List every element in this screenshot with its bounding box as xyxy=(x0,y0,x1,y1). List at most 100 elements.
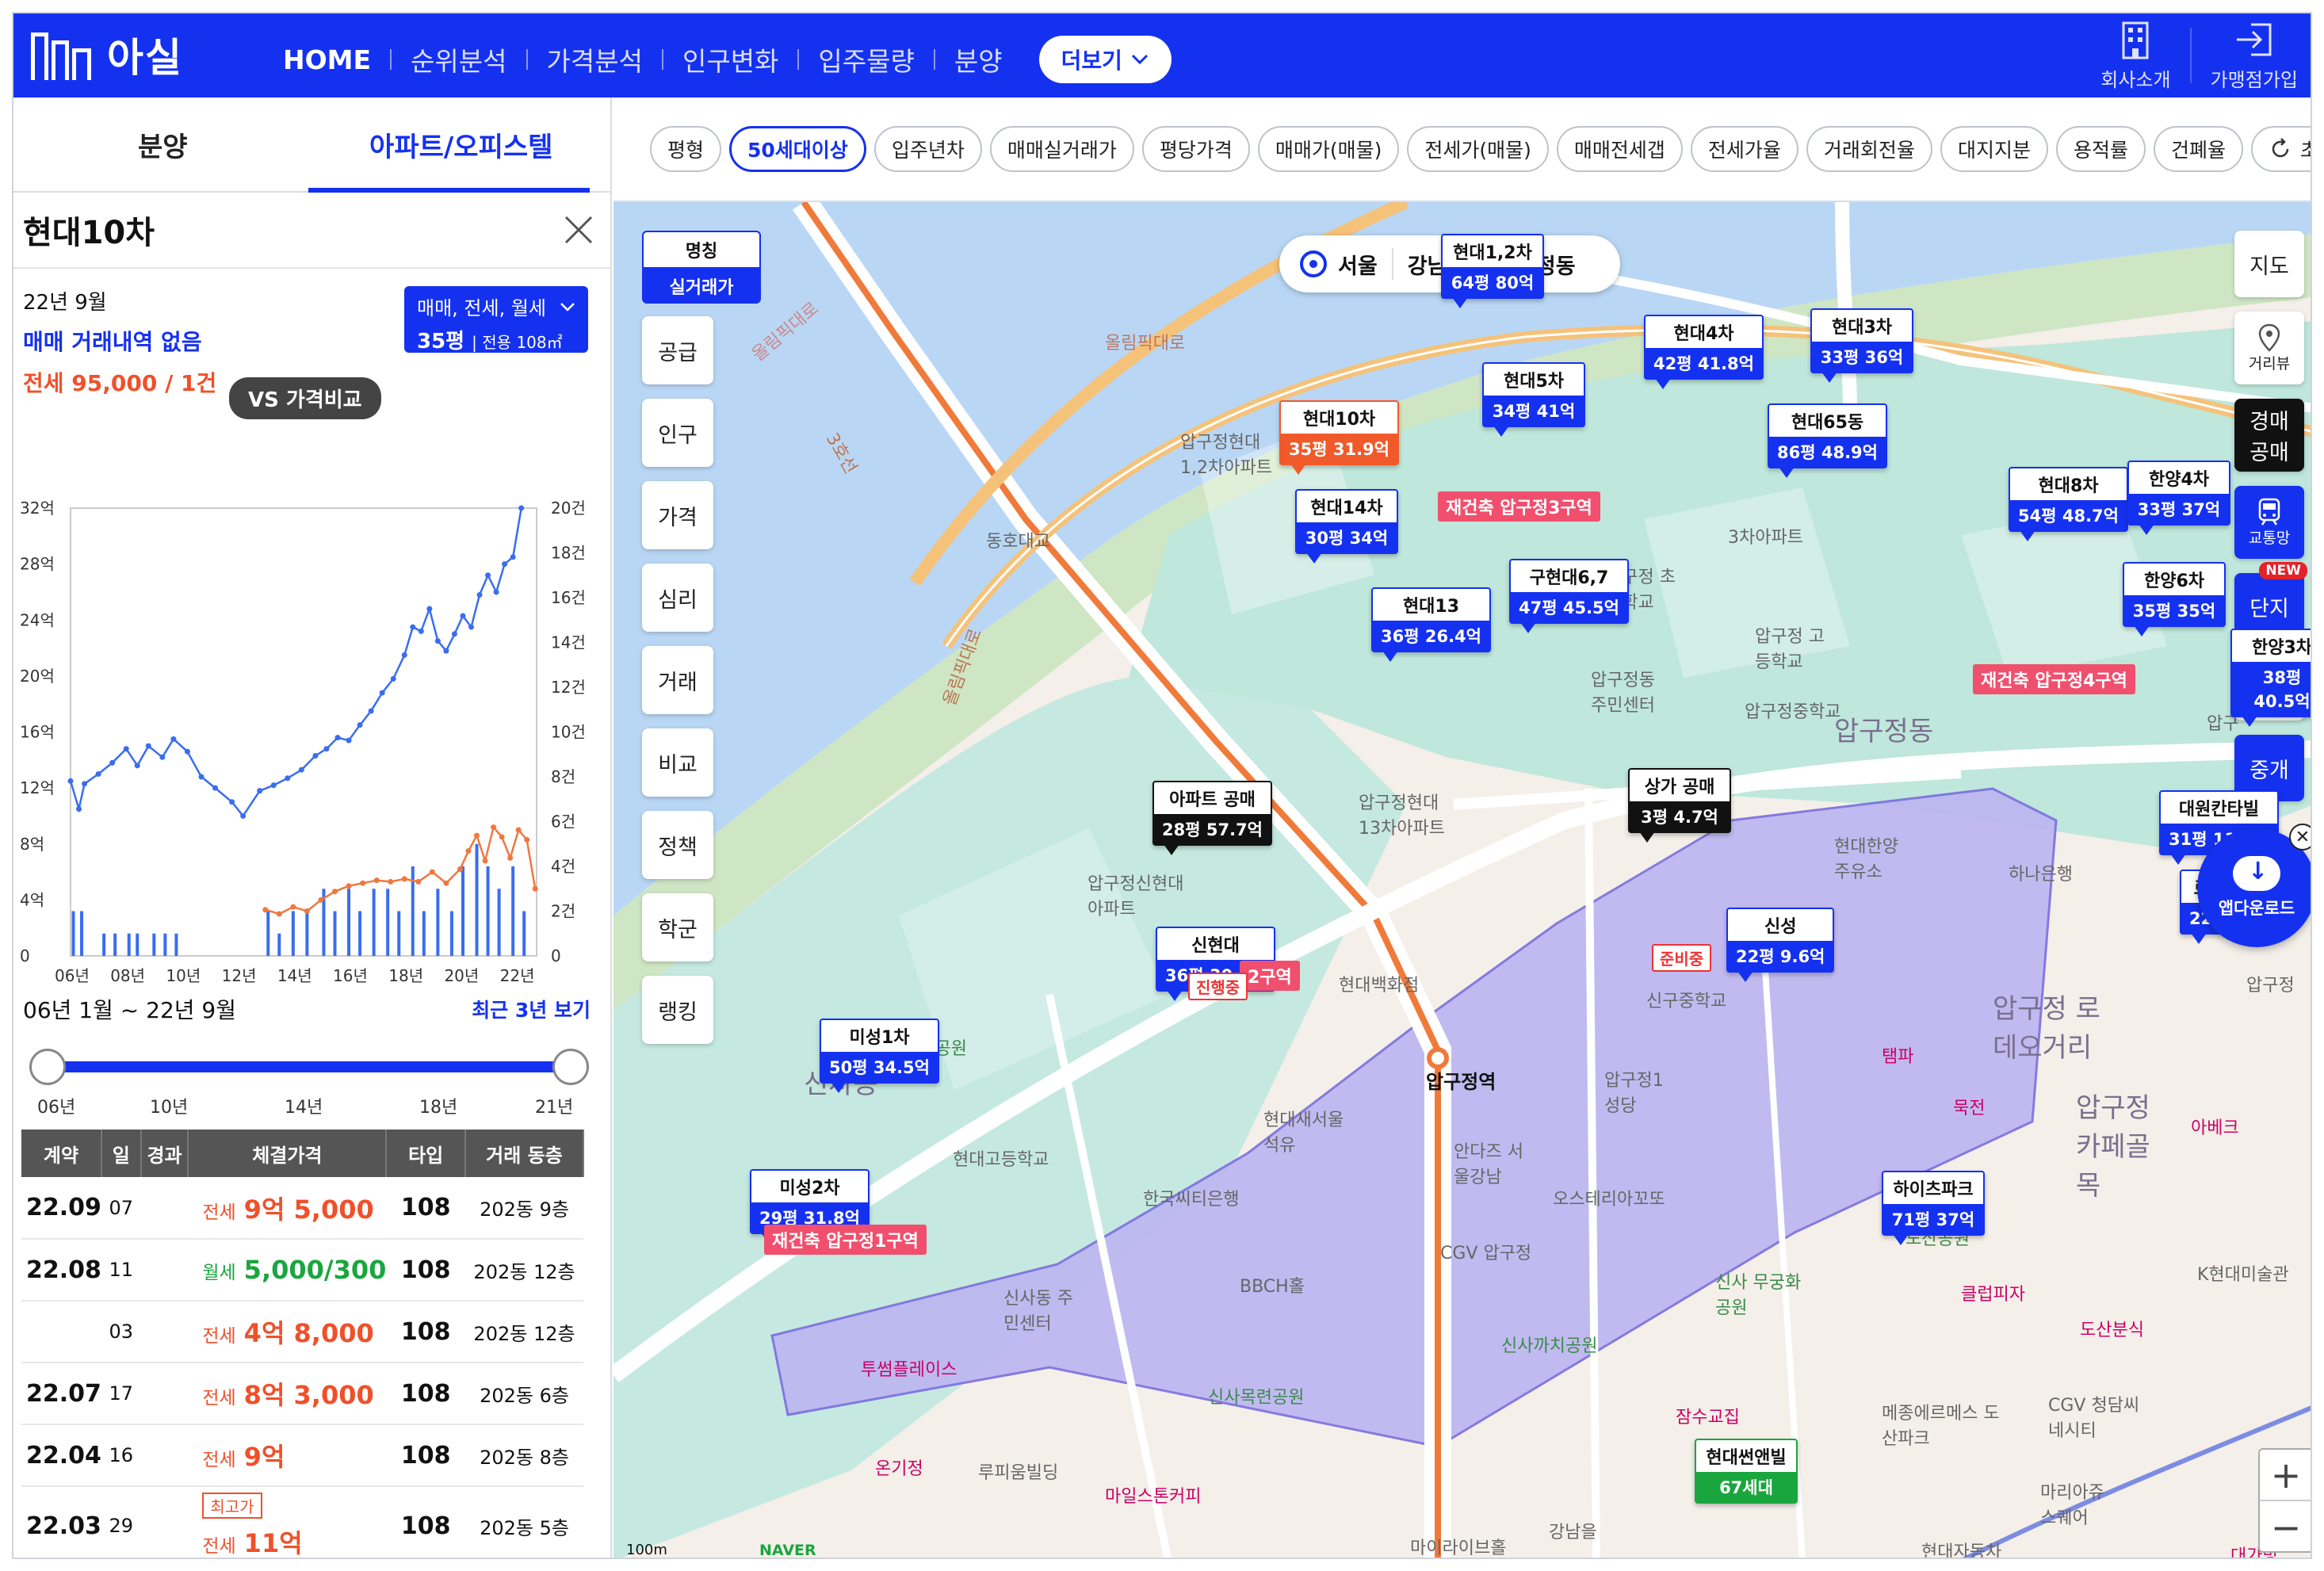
map-btn-policy[interactable]: 정책 xyxy=(642,811,713,879)
zoom-out-button[interactable]: − xyxy=(2260,1501,2311,1553)
redevelop-tag[interactable]: 재건축 압구정1구역 xyxy=(764,1225,927,1255)
y-tick-right: 10건 xyxy=(551,723,586,742)
apartment-marker[interactable]: 하이츠파크 71평 37억 xyxy=(1882,1171,1985,1245)
map-btn-population[interactable]: 인구 xyxy=(642,399,713,467)
table-row[interactable]: 22.07 17 전세 8억 3,000 108 202동 6층 xyxy=(21,1363,583,1425)
recent-3y-link[interactable]: 최근 3년 보기 xyxy=(472,995,591,1023)
map-btn-school[interactable]: 학군 xyxy=(642,893,713,961)
filter-chip[interactable]: 대지지분 xyxy=(1940,126,2048,172)
tab-presale[interactable]: 분양 xyxy=(13,97,312,191)
place-label: 현대한양 주유소 xyxy=(1834,837,1898,882)
logo[interactable]: 아실 xyxy=(28,23,183,86)
loc-city[interactable]: 서울 xyxy=(1338,249,1378,280)
filter-chip[interactable]: 매매전세갭 xyxy=(1556,126,1683,172)
apartment-marker[interactable]: 현대4차 42평 41.8억 xyxy=(1644,315,1764,389)
apartment-marker[interactable]: 한양3차 38평 40.5억 xyxy=(2230,629,2311,727)
redevelop-tag[interactable]: 2구역 xyxy=(1240,961,1300,991)
menu-home[interactable]: HOME xyxy=(264,44,390,75)
map-btn-price[interactable]: 가격 xyxy=(642,481,713,549)
slider-end-handle[interactable] xyxy=(552,1049,589,1085)
redevelop-tag[interactable]: 재건축 압구정3구역 xyxy=(1438,491,1600,522)
filter-chip[interactable]: 전세가율 xyxy=(1690,126,1798,172)
apartment-marker[interactable]: 현대10차 35평 31.9억 xyxy=(1279,400,1399,475)
apartment-marker[interactable]: 현대13 36평 26.4억 xyxy=(1371,587,1491,662)
apartment-marker[interactable]: 미성1차 50평 34.5억 xyxy=(820,1019,939,1093)
data-point xyxy=(240,812,247,819)
filter-chip[interactable]: 50세대이상 xyxy=(729,126,866,172)
filter-chip[interactable]: 거래회전율 xyxy=(1806,126,1932,172)
data-point xyxy=(318,896,324,903)
table-row[interactable]: 03 전세 4억 8,000 108 202동 12층 xyxy=(21,1301,583,1363)
menu-presale[interactable]: 분양 xyxy=(935,40,1022,78)
table-row[interactable]: 22.09 07 전세 9억 5,000 108 202동 9층 xyxy=(21,1177,583,1240)
filter-chip[interactable]: 평형 xyxy=(650,126,722,172)
more-button[interactable]: 더보기 xyxy=(1038,36,1172,83)
map-btn-sentiment[interactable]: 심리 xyxy=(642,564,713,632)
join-link[interactable]: 가맹점가입 xyxy=(2211,20,2298,92)
status-tag: 준비중 xyxy=(1652,944,1712,972)
marker-price: 33평 37억 xyxy=(2129,494,2229,524)
map-btn-auction[interactable]: 경매 공매 xyxy=(2234,399,2304,472)
menu-price[interactable]: 가격분석 xyxy=(528,40,662,78)
map-btn-ranking[interactable]: 랭킹 xyxy=(642,976,713,1044)
display-mode-toggle[interactable]: 명칭 실거래가 xyxy=(642,231,761,304)
filter-chip[interactable]: 입주년차 xyxy=(873,126,982,172)
map-btn-compare[interactable]: 비교 xyxy=(642,728,713,797)
place-label: 도산분식 xyxy=(2080,1321,2144,1340)
menu-supply[interactable]: 입주물량 xyxy=(799,40,933,78)
place-label: 현대백화점 xyxy=(1339,976,1420,996)
apartment-marker[interactable]: 현대썬앤빌 67세대 xyxy=(1695,1439,1798,1504)
filter-chip[interactable]: 매매가(매물) xyxy=(1257,126,1400,172)
apartment-marker[interactable]: 한양6차 35평 35억 xyxy=(2123,562,2226,636)
apartment-marker[interactable]: 구현대6,7 47평 45.5억 xyxy=(1509,559,1629,633)
marker-name: 구현대6,7 xyxy=(1529,568,1609,588)
deal-type-selector[interactable]: 매매, 전세, 월세 35평 | 전용 108㎡ xyxy=(404,286,588,354)
place-label: 안다즈 서울강남 xyxy=(1454,1142,1523,1187)
redevelop-tag[interactable]: 재건축 압구정4구역 xyxy=(1973,664,2135,694)
apartment-marker[interactable]: 현대1,2차 64평 80억 xyxy=(1441,234,1544,308)
table-row[interactable]: 22.08 11 월세 5,000/300 108 202동 12층 xyxy=(21,1239,583,1302)
filter-chip[interactable]: 용적률 xyxy=(2055,126,2146,172)
marker-price: 30평 34억 xyxy=(1297,522,1397,552)
menu-rank[interactable]: 순위분석 xyxy=(392,40,526,78)
table-row[interactable]: 22.03 29 최고가 전세 11억 108 202동 5층 xyxy=(21,1486,583,1558)
tab-apartment[interactable]: 아파트/오피스텔 xyxy=(312,97,611,191)
filter-chip[interactable]: 초기화 xyxy=(2250,126,2311,172)
data-point xyxy=(465,848,472,854)
active-tab-indicator xyxy=(308,188,590,193)
filter-chip[interactable]: 전세가(매물) xyxy=(1407,126,1549,172)
map-view[interactable]: 올림픽대로 올림픽대로 3호선 올림픽대로 동호대교 압구정현대 1,2차아파트… xyxy=(613,202,2311,1558)
apartment-marker[interactable]: 한양4차 33평 37억 xyxy=(2127,461,2230,535)
close-icon[interactable]: ✕ xyxy=(2289,824,2311,850)
apartment-marker[interactable]: 현대65동 86평 48.9억 xyxy=(1768,403,1887,478)
apartment-marker[interactable]: 현대3차 33평 36억 xyxy=(1810,308,1913,383)
crosshair-icon[interactable] xyxy=(1300,250,1327,277)
marker-price: 38평 40.5억 xyxy=(2232,662,2311,716)
table-row[interactable]: 22.04 16 전세 9억 108 202동 8층 xyxy=(21,1424,583,1487)
cell-floor: 202동 8층 xyxy=(465,1424,583,1487)
apartment-marker[interactable]: 현대5차 34평 41억 xyxy=(1482,362,1585,437)
apartment-marker[interactable]: 현대8차 54평 48.7억 xyxy=(2009,467,2128,541)
filter-chip[interactable]: 매매실거래가 xyxy=(989,126,1134,172)
apartment-marker[interactable]: 아파트 공매 28평 57.7억 xyxy=(1152,781,1272,855)
close-icon[interactable] xyxy=(561,212,596,247)
data-point xyxy=(312,753,319,759)
logo-icon xyxy=(28,23,96,86)
slider-start-handle[interactable] xyxy=(29,1049,66,1085)
vs-compare-button[interactable]: VS 가격비교 xyxy=(229,377,381,419)
apartment-marker[interactable]: 상가 공매 3평 4.7억 xyxy=(1628,768,1731,843)
apartment-marker[interactable]: 신성 22평 9.6억 xyxy=(1726,908,1835,982)
apartment-marker[interactable]: 현대14차 30평 34억 xyxy=(1295,489,1398,564)
company-link[interactable]: 회사소개 xyxy=(2100,20,2171,92)
map-btn-map[interactable]: 지도 xyxy=(2234,231,2304,297)
map-btn-transit[interactable]: 교통망 xyxy=(2234,486,2304,559)
map-btn-supply[interactable]: 공급 xyxy=(642,316,713,384)
map-btn-streetview[interactable]: 거리뷰 xyxy=(2234,312,2304,384)
filter-chip[interactable]: 평당가격 xyxy=(1141,126,1250,172)
cell-price: 월세 5,000/300 xyxy=(188,1239,387,1302)
menu-population[interactable]: 인구변화 xyxy=(663,40,797,78)
place-label: 아베크 xyxy=(2191,1118,2239,1138)
map-btn-trade[interactable]: 거래 xyxy=(642,646,713,714)
zoom-in-button[interactable]: + xyxy=(2260,1450,2311,1501)
filter-chip[interactable]: 건폐율 xyxy=(2153,126,2243,172)
